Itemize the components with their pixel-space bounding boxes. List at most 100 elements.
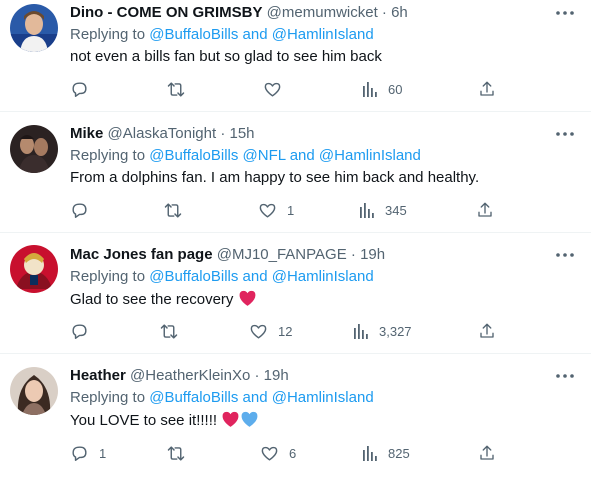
- user-handle[interactable]: @memumwicket: [267, 4, 378, 21]
- share-icon: [480, 445, 494, 460]
- like-button[interactable]: 6: [260, 443, 296, 463]
- avatar-image: [10, 4, 58, 52]
- analytics-icon: [363, 82, 377, 97]
- views-button[interactable]: 3,327: [353, 321, 412, 341]
- replying-to-label: Replying to: [70, 147, 146, 164]
- mention-links[interactable]: @BuffaloBills and @HamlinIsland: [149, 26, 373, 43]
- like-button[interactable]: 12: [249, 321, 292, 341]
- view-count: 825: [388, 445, 410, 461]
- user-handle[interactable]: @MJ10_FANPAGE: [217, 246, 347, 263]
- reply-button[interactable]: 1: [70, 443, 106, 463]
- tweet-header: Dino - COME ON GRIMSBY @memumwicket · 6h: [70, 3, 551, 23]
- avatar-image: [10, 367, 58, 415]
- retweet-icon: [167, 445, 185, 461]
- views-button[interactable]: 60: [362, 79, 402, 99]
- retweet-button[interactable]: [166, 443, 196, 463]
- user-handle[interactable]: @AlaskaTonight: [108, 125, 217, 142]
- views-button[interactable]: 345: [359, 200, 407, 220]
- like-button[interactable]: 1: [258, 200, 294, 220]
- replying-to-label: Replying to: [70, 268, 146, 285]
- mention-links[interactable]: @BuffaloBills @NFL and @HamlinIsland: [149, 147, 421, 164]
- view-count: 3,327: [379, 323, 412, 339]
- analytics-icon: [354, 324, 368, 339]
- display-name[interactable]: Mike: [70, 125, 103, 142]
- red-heart-emoji: [238, 289, 257, 313]
- user-handle[interactable]: @HeatherKleinXo: [130, 367, 250, 384]
- more-icon[interactable]: [555, 366, 575, 386]
- reply-icon: [72, 202, 87, 218]
- avatar[interactable]: [10, 245, 58, 293]
- avatar[interactable]: [10, 4, 58, 52]
- timestamp[interactable]: 19h: [264, 367, 289, 384]
- display-name[interactable]: Heather: [70, 367, 126, 384]
- reply-icon: [72, 445, 87, 461]
- mention-links[interactable]: @BuffaloBills and @HamlinIsland: [149, 268, 373, 285]
- reply-icon: [72, 81, 87, 97]
- share-button[interactable]: [476, 200, 494, 220]
- tweet-header: Mike @AlaskaTonight · 15h: [70, 124, 551, 144]
- retweet-button[interactable]: [159, 321, 189, 341]
- heart-icon: [250, 324, 267, 339]
- mention-links[interactable]: @BuffaloBills and @HamlinIsland: [149, 389, 373, 406]
- timestamp[interactable]: 15h: [230, 125, 255, 142]
- retweet-button[interactable]: [163, 200, 193, 220]
- share-button[interactable]: [478, 79, 496, 99]
- retweet-icon: [167, 81, 185, 97]
- action-bar: 1 345: [0, 200, 591, 220]
- tweet-header: Mac Jones fan page @MJ10_FANPAGE · 19h: [70, 245, 551, 265]
- reply-tweet[interactable]: Mike @AlaskaTonight · 15h Replying to @B…: [0, 112, 591, 233]
- like-count: 1: [287, 202, 295, 218]
- view-count: 345: [385, 202, 407, 218]
- replying-to: Replying to @BuffaloBills and @HamlinIsl…: [70, 267, 374, 287]
- tweet-text-content: From a dolphins fan. I am happy to see h…: [70, 169, 480, 186]
- display-name[interactable]: Mac Jones fan page: [70, 246, 213, 263]
- blue-heart-emoji: [240, 410, 259, 434]
- retweet-button[interactable]: [166, 79, 196, 99]
- share-button[interactable]: [478, 321, 496, 341]
- separator-dot: ·: [220, 125, 226, 142]
- views-button[interactable]: 825: [362, 443, 410, 463]
- red-heart-emoji: [221, 410, 240, 434]
- avatar[interactable]: [10, 367, 58, 415]
- reply-tweet[interactable]: Dino - COME ON GRIMSBY @memumwicket · 6h…: [0, 0, 591, 112]
- action-bar: 1 6 825: [0, 443, 591, 463]
- reply-button[interactable]: [70, 321, 99, 341]
- share-button[interactable]: [478, 443, 496, 463]
- avatar[interactable]: [10, 125, 58, 173]
- action-bar: 60: [0, 79, 591, 99]
- more-icon[interactable]: [555, 245, 575, 265]
- separator-dot: ·: [254, 367, 260, 384]
- tweet-text: Glad to see the recovery: [70, 289, 257, 313]
- more-icon[interactable]: [555, 124, 575, 144]
- analytics-icon: [363, 446, 377, 461]
- share-icon: [480, 323, 494, 338]
- reply-tweet[interactable]: Mac Jones fan page @MJ10_FANPAGE · 19h R…: [0, 233, 591, 354]
- reply-count: 1: [99, 445, 107, 461]
- tweet-header: Heather @HeatherKleinXo · 19h: [70, 366, 551, 386]
- reply-button[interactable]: [70, 79, 99, 99]
- display-name[interactable]: Dino - COME ON GRIMSBY: [70, 4, 263, 21]
- tweet-text-content: You LOVE to see it!!!!!: [70, 412, 218, 429]
- heart-icon: [261, 446, 278, 461]
- replying-to: Replying to @BuffaloBills @NFL and @Haml…: [70, 146, 421, 166]
- reply-icon: [72, 323, 87, 339]
- more-icon[interactable]: [555, 3, 575, 23]
- separator-dot: ·: [350, 246, 356, 263]
- separator-dot: ·: [381, 4, 387, 21]
- reply-tweet[interactable]: Heather @HeatherKleinXo · 19h Replying t…: [0, 354, 591, 481]
- share-icon: [480, 81, 494, 96]
- analytics-icon: [360, 203, 374, 218]
- heart-icon: [264, 82, 281, 97]
- share-icon: [478, 202, 492, 217]
- tweet-text-content: not even a bills fan but so glad to see …: [70, 48, 382, 65]
- reply-button[interactable]: [70, 200, 99, 220]
- retweet-icon: [160, 323, 178, 339]
- like-count: 12: [278, 323, 293, 339]
- timestamp[interactable]: 6h: [391, 4, 408, 21]
- timestamp[interactable]: 19h: [360, 246, 385, 263]
- tweet-text: You LOVE to see it!!!!!: [70, 410, 259, 434]
- tweet-text: From a dolphins fan. I am happy to see h…: [70, 168, 479, 188]
- tweet-text: not even a bills fan but so glad to see …: [70, 47, 382, 67]
- replying-to: Replying to @BuffaloBills and @HamlinIsl…: [70, 25, 374, 45]
- like-button[interactable]: [263, 79, 292, 99]
